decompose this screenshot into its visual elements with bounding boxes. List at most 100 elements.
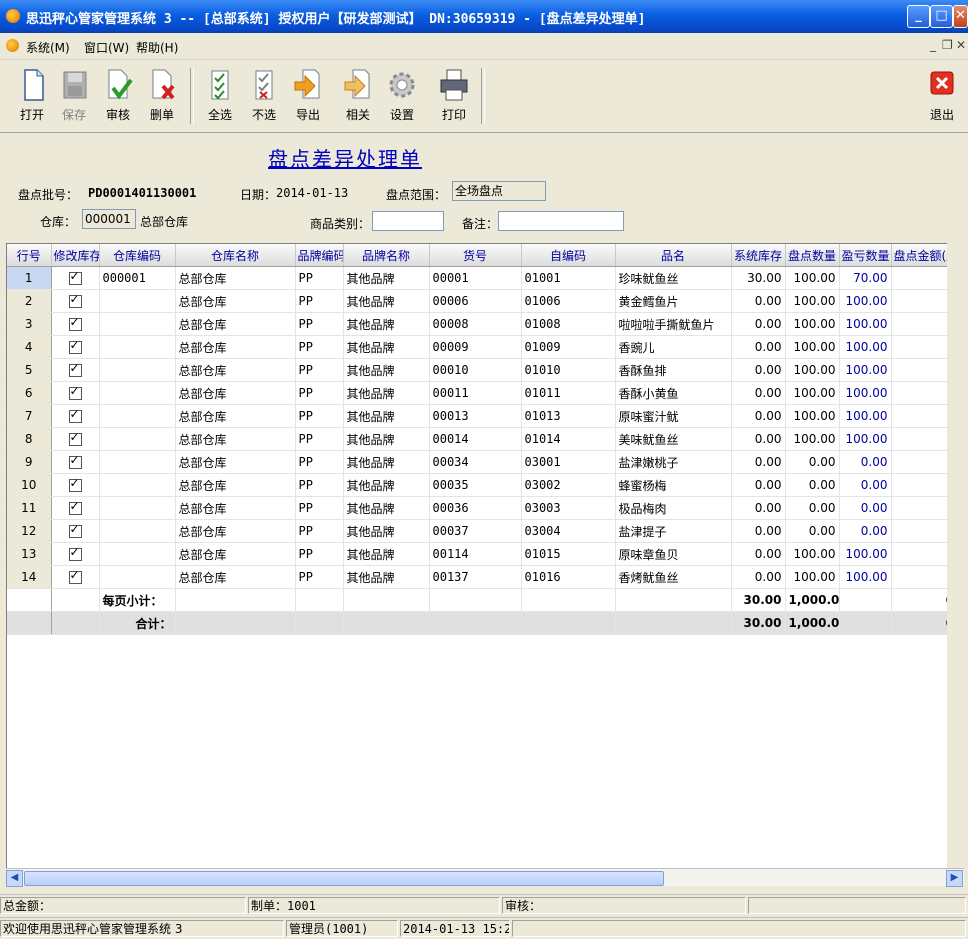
cell-self-code[interactable]: 03003 <box>521 496 616 520</box>
cell-item-no[interactable]: 00008 <box>429 312 522 336</box>
menu-window[interactable]: 窗口(W) <box>84 39 129 56</box>
cell-warehouse-code[interactable] <box>99 542 176 566</box>
cell-item-no[interactable]: 00137 <box>429 565 522 589</box>
cell-row-no[interactable]: 9 <box>7 450 52 474</box>
cell-diff-qty[interactable]: 0.00 <box>839 496 892 520</box>
cell-self-code[interactable]: 01009 <box>521 335 616 359</box>
cell-brand-code[interactable]: PP <box>295 289 344 313</box>
cell-row-no[interactable]: 14 <box>7 565 52 589</box>
cell-warehouse-name[interactable]: 总部仓库 <box>175 266 296 290</box>
cell-count-qty[interactable]: 100.00 <box>785 427 840 451</box>
cell-brand-name[interactable]: 其他品牌 <box>343 542 430 566</box>
cell-count-qty[interactable]: 0.00 <box>785 496 840 520</box>
cell-item-no[interactable]: 00037 <box>429 519 522 543</box>
cell-item-no[interactable]: 00010 <box>429 358 522 382</box>
table-row[interactable]: 8总部仓库PP其他品牌0001401014美味鱿鱼丝0.00100.00100.… <box>7 427 947 451</box>
cell-item-no[interactable]: 00009 <box>429 335 522 359</box>
cell-diff-qty[interactable]: 100.00 <box>839 427 892 451</box>
cell-brand-code[interactable]: PP <box>295 450 344 474</box>
cell-warehouse-name[interactable]: 总部仓库 <box>175 496 296 520</box>
cell-brand-name[interactable]: 其他品牌 <box>343 358 430 382</box>
table-row[interactable]: 14总部仓库PP其他品牌0013701016香烤鱿鱼丝0.00100.00100… <box>7 565 947 589</box>
cell-count-amount[interactable]: 5,52 <box>891 565 947 589</box>
cell-modify-stock[interactable] <box>51 565 100 589</box>
cell-count-amount[interactable]: 8,22 <box>891 335 947 359</box>
save-button[interactable]: 保存 <box>52 66 96 128</box>
header-product-name[interactable]: 品名 <box>615 244 732 267</box>
cell-brand-code[interactable]: PP <box>295 335 344 359</box>
cell-diff-qty[interactable]: 100.00 <box>839 565 892 589</box>
cell-brand-name[interactable]: 其他品牌 <box>343 335 430 359</box>
menu-system[interactable]: 系统(M) <box>26 39 70 56</box>
cell-product-name[interactable]: 香豌儿 <box>615 335 732 359</box>
cell-count-amount[interactable] <box>891 473 947 497</box>
cell-count-amount[interactable]: 4,75 <box>891 381 947 405</box>
header-item-no[interactable]: 货号 <box>429 244 522 267</box>
modify-stock-checkbox[interactable] <box>68 292 82 308</box>
cell-system-stock[interactable]: 0.00 <box>731 335 786 359</box>
exit-button[interactable]: 退出 <box>920 66 964 128</box>
modify-stock-checkbox[interactable] <box>68 522 82 538</box>
deselect-button[interactable]: 不选 <box>242 66 286 128</box>
cell-row-no[interactable]: 11 <box>7 496 52 520</box>
cell-product-name[interactable]: 美味鱿鱼丝 <box>615 427 732 451</box>
cell-row-no[interactable]: 5 <box>7 358 52 382</box>
cell-count-qty[interactable]: 100.00 <box>785 404 840 428</box>
scroll-right-button[interactable]: ▶ <box>946 870 963 887</box>
header-warehouse-name[interactable]: 仓库名称 <box>175 244 296 267</box>
vertical-scroll-area[interactable] <box>947 243 965 868</box>
modify-stock-checkbox[interactable] <box>68 568 82 584</box>
cell-warehouse-code[interactable] <box>99 335 176 359</box>
cell-count-amount[interactable]: 8,96 <box>891 289 947 313</box>
cell-warehouse-code[interactable] <box>99 496 176 520</box>
cell-diff-qty[interactable]: 100.00 <box>839 335 892 359</box>
menu-help[interactable]: 帮助(H) <box>136 39 178 56</box>
cell-warehouse-code[interactable]: 000001 <box>99 266 176 290</box>
cell-row-no[interactable]: 8 <box>7 427 52 451</box>
cell-self-code[interactable]: 01010 <box>521 358 616 382</box>
cell-modify-stock[interactable] <box>51 542 100 566</box>
cell-brand-code[interactable]: PP <box>295 542 344 566</box>
table-row[interactable]: 6总部仓库PP其他品牌0001101011香酥小黄鱼0.00100.00100.… <box>7 381 947 405</box>
cell-brand-code[interactable]: PP <box>295 519 344 543</box>
header-count-qty[interactable]: 盘点数量 <box>785 244 840 267</box>
cell-item-no[interactable]: 00011 <box>429 381 522 405</box>
header-system-stock[interactable]: 系统库存 <box>731 244 786 267</box>
cell-brand-name[interactable]: 其他品牌 <box>343 266 430 290</box>
category-field[interactable] <box>372 211 444 231</box>
cell-count-qty[interactable]: 100.00 <box>785 381 840 405</box>
cell-modify-stock[interactable] <box>51 266 100 290</box>
table-row[interactable]: 5总部仓库PP其他品牌0001001010香酥鱼排0.00100.00100.0… <box>7 358 947 382</box>
cell-modify-stock[interactable] <box>51 519 100 543</box>
cell-count-qty[interactable]: 0.00 <box>785 519 840 543</box>
table-row[interactable]: 13总部仓库PP其他品牌0011401015原味章鱼贝0.00100.00100… <box>7 542 947 566</box>
print-button[interactable]: 打印 <box>432 66 476 128</box>
cell-count-qty[interactable]: 0.00 <box>785 473 840 497</box>
cell-warehouse-code[interactable] <box>99 404 176 428</box>
cell-count-amount[interactable] <box>891 496 947 520</box>
cell-warehouse-name[interactable]: 总部仓库 <box>175 450 296 474</box>
mdi-minimize-button[interactable]: _ <box>930 38 936 52</box>
cell-system-stock[interactable]: 0.00 <box>731 496 786 520</box>
cell-brand-name[interactable]: 其他品牌 <box>343 312 430 336</box>
cell-warehouse-code[interactable] <box>99 565 176 589</box>
cell-self-code[interactable]: 01011 <box>521 381 616 405</box>
cell-warehouse-code[interactable] <box>99 450 176 474</box>
cell-product-name[interactable]: 极品梅肉 <box>615 496 732 520</box>
table-row[interactable]: 12总部仓库PP其他品牌0003703004盐津提子0.000.000.00 <box>7 519 947 543</box>
cell-count-qty[interactable]: 100.00 <box>785 289 840 313</box>
cell-brand-name[interactable]: 其他品牌 <box>343 404 430 428</box>
modify-stock-checkbox[interactable] <box>68 453 82 469</box>
cell-warehouse-name[interactable]: 总部仓库 <box>175 565 296 589</box>
cell-warehouse-name[interactable]: 总部仓库 <box>175 542 296 566</box>
cell-modify-stock[interactable] <box>51 381 100 405</box>
cell-warehouse-name[interactable]: 总部仓库 <box>175 427 296 451</box>
cell-brand-code[interactable]: PP <box>295 266 344 290</box>
cell-count-qty[interactable]: 100.00 <box>785 542 840 566</box>
mdi-close-button[interactable]: ✕ <box>956 38 966 52</box>
modify-stock-checkbox[interactable] <box>68 499 82 515</box>
cell-item-no[interactable]: 00034 <box>429 450 522 474</box>
cell-self-code[interactable]: 03001 <box>521 450 616 474</box>
modify-stock-checkbox[interactable] <box>68 407 82 423</box>
cell-row-no[interactable]: 10 <box>7 473 52 497</box>
